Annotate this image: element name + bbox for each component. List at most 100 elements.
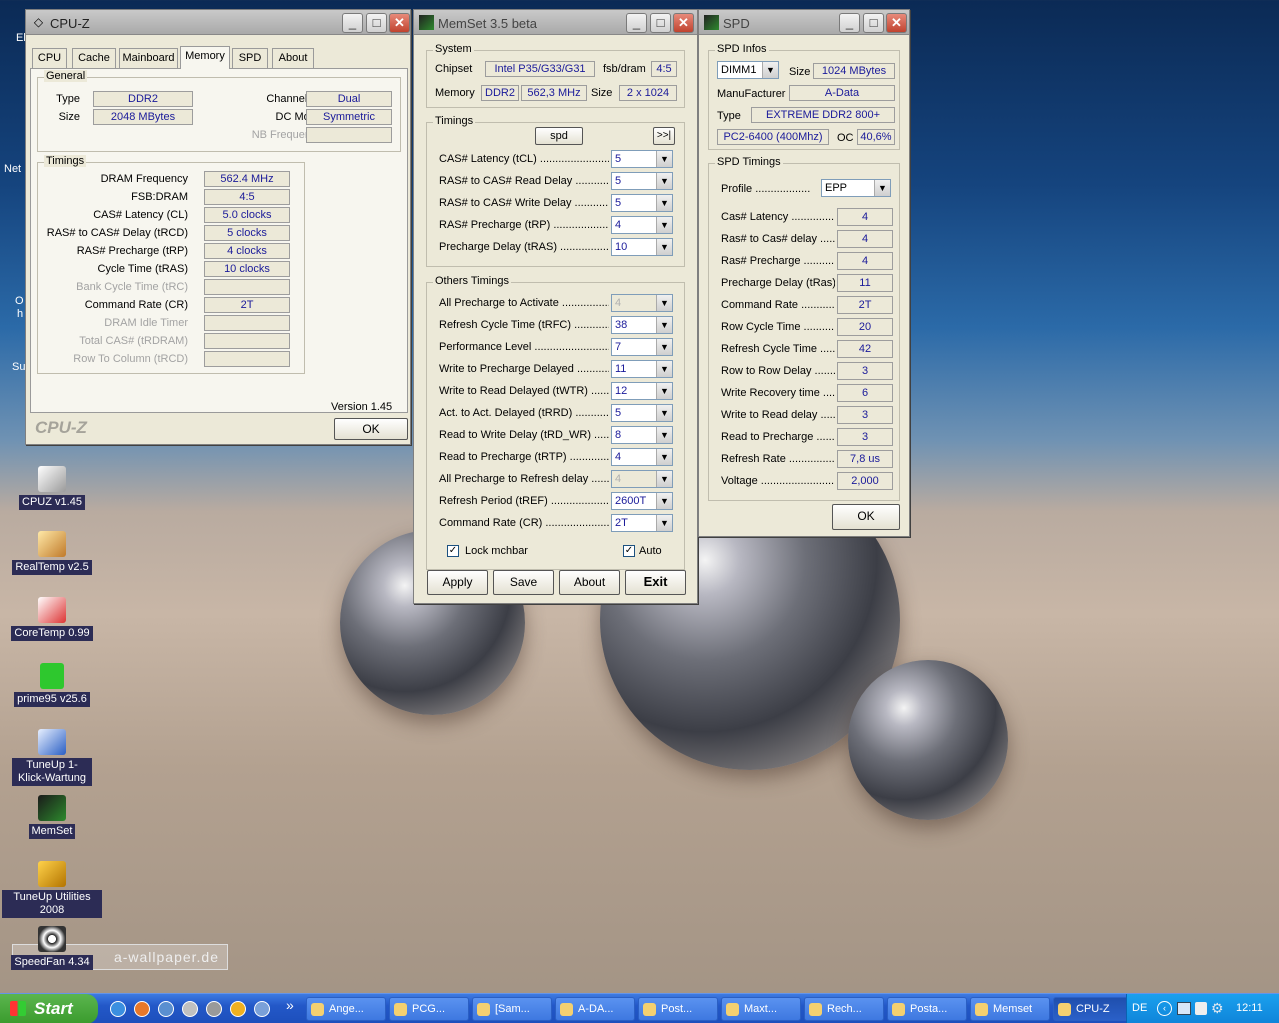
tab-cpu[interactable]: CPU [32,48,67,68]
timing-select[interactable]: 5 ▼ [611,150,673,168]
minimize-button[interactable]: _ [839,13,860,33]
auto-label: Auto [639,545,662,557]
minimize-button[interactable]: _ [626,13,647,33]
save-button[interactable]: Save [493,570,554,595]
tab-memory[interactable]: Memory [180,46,230,69]
info-icon[interactable] [230,1001,246,1017]
tab-mainboard[interactable]: Mainboard [119,48,178,68]
timing-value: 4:5 [204,189,290,205]
spd-titlebar[interactable]: SPD _ □ ✕ [699,10,909,35]
speed-value: PC2-6400 (400Mhz) [717,129,829,145]
speaker-tray-icon[interactable] [1195,1002,1207,1015]
memset-icon [704,15,719,30]
desktop-icon-speedfan[interactable]: SpeedFan 4.34 [2,926,102,970]
desktop-icon-tuneup-utilities[interactable]: TuneUp Utilities 2008 [2,861,102,918]
maximize-button[interactable]: □ [650,13,671,33]
minimize-button[interactable]: _ [342,13,363,33]
profile-select[interactable]: EPP ▼ [821,179,891,197]
timing-select-value: 4 [615,219,622,231]
gear-icon[interactable] [254,1001,270,1017]
app-icon [477,1003,490,1016]
close-button[interactable]: ✕ [886,13,907,33]
language-indicator[interactable]: DE [1132,1002,1147,1014]
gear-tray-icon[interactable]: ⚙ [1211,1001,1224,1016]
close-button[interactable]: ✕ [389,13,410,33]
desktop-icon-realtemp[interactable]: RealTemp v2.5 [2,531,102,575]
exit-button[interactable]: Exit [625,570,686,595]
chevron-down-icon: ▼ [874,180,890,196]
network-icon[interactable] [182,1001,198,1017]
desktop-icon-tuneup[interactable]: TuneUp 1-Klick-Wartung [2,729,102,786]
desktop-icon-cpuz[interactable]: CPUZ v1.45 [2,466,102,510]
tray-expand-icon[interactable]: ‹ [1157,1001,1172,1016]
timing-select[interactable]: 5 ▼ [611,172,673,190]
timing-label: Refresh Period (tREF) ..................… [439,495,609,507]
timing-label: RAS# to CAS# Read Delay ................… [439,175,609,187]
clock[interactable]: 12:11 [1236,1002,1263,1014]
timing-select[interactable]: 2T ▼ [611,514,673,532]
tab-about[interactable]: About [272,48,314,68]
spd-button[interactable]: spd [535,127,583,145]
spd-timing-label: Precharge Delay (tRas) .................… [721,277,835,289]
desktop-icon-label: SpeedFan 4.34 [11,955,93,970]
network-tray-icon[interactable] [1177,1002,1191,1015]
timing-select-value: 38 [615,319,628,331]
spd-timing-label-text: Precharge Delay (tRas) [721,277,835,289]
timing-select[interactable]: 10 ▼ [611,238,673,256]
spd-timing-label: Voltage ................................… [721,475,835,487]
memory-label: Memory [435,87,475,99]
maximize-button[interactable]: □ [366,13,387,33]
timing-label: All Precharge to Activate ..............… [439,297,609,309]
edge-text: Net [4,163,22,175]
spd-timing-value: 3 [837,362,893,380]
timing-label-text: All Precharge to Activate [439,297,559,309]
ok-button[interactable]: OK [832,504,900,530]
app-icon [726,1003,739,1016]
group-legend: SPD Timings [715,156,783,168]
about-button[interactable]: About [559,570,620,595]
timing-select-value: 4 [615,473,622,485]
timing-select[interactable]: 4 ▼ [611,448,673,466]
tab-cache[interactable]: Cache [72,48,116,68]
timing-select[interactable]: 4 ▼ [611,216,673,234]
timing-select[interactable]: 2600T ▼ [611,492,673,510]
more-button[interactable]: >>| [653,127,675,145]
cpuz-brand: CPU-Z [35,418,87,437]
memset-icon [38,795,66,821]
auto-checkbox[interactable]: ✓ [623,545,635,557]
timing-select[interactable]: 8 ▼ [611,426,673,444]
start-button[interactable]: Start [0,994,98,1023]
thunderbird-icon[interactable] [158,1001,174,1017]
tab-spd[interactable]: SPD [232,48,268,68]
timing-label-text: CAS# Latency (tCL) [439,153,537,165]
timing-select[interactable]: 12 ▼ [611,382,673,400]
timing-value: 562.4 MHz [204,171,290,187]
tools-icon[interactable] [206,1001,222,1017]
timing-select[interactable]: 38 ▼ [611,316,673,334]
ie-icon[interactable] [110,1001,126,1017]
timing-label: DRAM Frequency [100,173,188,185]
group-legend: Timings [44,155,87,167]
ok-button[interactable]: OK [334,418,408,440]
cpuz-titlebar[interactable]: ◇ CPU-Z _ □ ✕ [26,10,410,35]
timing-select[interactable]: 5 ▼ [611,194,673,212]
maximize-button[interactable]: □ [863,13,884,33]
lock-mchbar-checkbox[interactable]: ✓ [447,545,459,557]
timing-select[interactable]: 11 ▼ [611,360,673,378]
profile-label-text: Profile [721,183,753,195]
apply-button[interactable]: Apply [427,570,488,595]
spd-timing-label-text: Cas# Latency [721,211,789,223]
desktop-icon-memset[interactable]: MemSet [2,795,102,839]
dimm-select[interactable]: DIMM1 ▼ [717,61,779,79]
desktop-icon-prime95[interactable]: prime95 v25.6 [2,663,102,707]
quicklaunch-overflow-icon[interactable]: » [286,997,294,1013]
timing-select[interactable]: 7 ▼ [611,338,673,356]
others-group: Others Timings All Precharge to Activate… [426,275,685,570]
timing-select[interactable]: 5 ▼ [611,404,673,422]
timing-label-text: Read to Write Delay (tRD_WR) [439,429,591,441]
memset-titlebar[interactable]: MemSet 3.5 beta _ □ ✕ [414,10,697,35]
firefox-icon[interactable] [134,1001,150,1017]
desktop-icon-coretemp[interactable]: CoreTemp 0.99 [2,597,102,641]
chevron-down-icon: ▼ [656,151,672,167]
close-button[interactable]: ✕ [673,13,694,33]
